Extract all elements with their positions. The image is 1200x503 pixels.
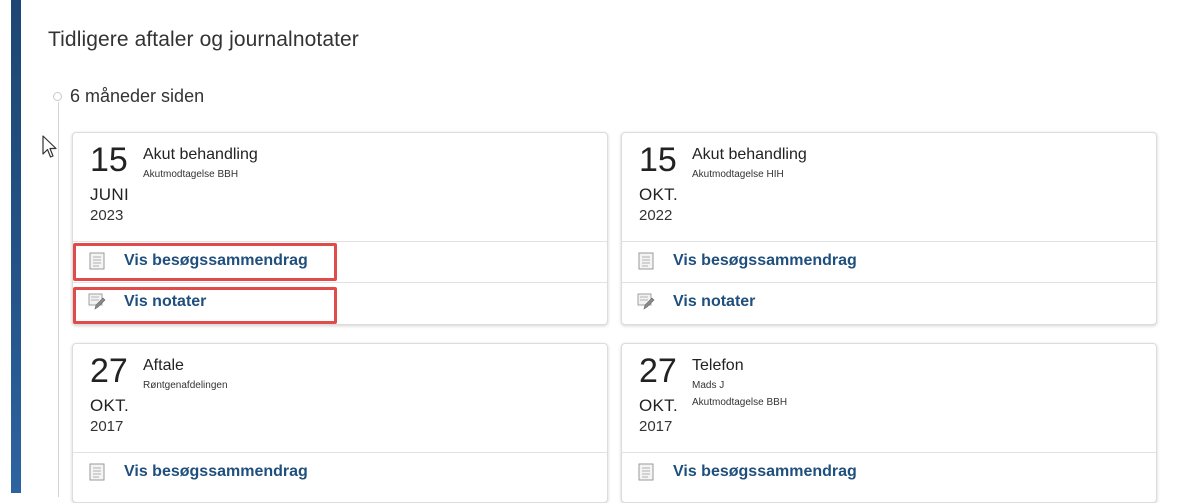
visit-card-header: 27 OKT. 2017 Telefon Mads J Akutmodtagel… bbox=[622, 344, 1156, 452]
visit-card-header: 27 OKT. 2017 Aftale Røntgenafdelingen bbox=[73, 344, 607, 452]
visit-card: 27 OKT. 2017 Telefon Mads J Akutmodtagel… bbox=[621, 343, 1157, 503]
visit-type: Akut behandling bbox=[692, 146, 807, 163]
visit-year: 2023 bbox=[90, 207, 124, 224]
view-summary-label: Vis besøgssammendrag bbox=[124, 463, 308, 480]
visit-contact: Mads J bbox=[692, 380, 725, 391]
timeline-line bbox=[58, 102, 59, 497]
visit-year: 2022 bbox=[639, 207, 673, 224]
visit-department: Akutmodtagelse BBH bbox=[143, 169, 239, 180]
view-summary-button[interactable]: Vis besøgssammendrag bbox=[73, 452, 607, 493]
visit-card: 27 OKT. 2017 Aftale Røntgenafdelingen Vi… bbox=[72, 343, 608, 503]
visit-year: 2017 bbox=[90, 418, 124, 435]
document-icon bbox=[89, 252, 105, 270]
timeline-dot bbox=[53, 92, 62, 101]
view-summary-button[interactable]: Vis besøgssammendrag bbox=[622, 241, 1156, 282]
side-accent-bar bbox=[11, 0, 21, 493]
visit-day: 27 bbox=[639, 352, 677, 390]
view-summary-label: Vis besøgssammendrag bbox=[673, 463, 857, 480]
view-notes-label: Vis notater bbox=[673, 293, 756, 310]
visit-department: Akutmodtagelse BBH bbox=[692, 397, 788, 408]
note-pencil-icon bbox=[637, 293, 655, 310]
visit-day: 15 bbox=[90, 141, 128, 179]
visit-day: 15 bbox=[639, 141, 677, 179]
visit-card-header: 15 OKT. 2022 Akut behandling Akutmodtage… bbox=[622, 133, 1156, 241]
visit-type: Akut behandling bbox=[143, 146, 258, 163]
view-summary-label: Vis besøgssammendrag bbox=[673, 252, 857, 269]
visit-card: 15 JUNI 2023 Akut behandling Akutmodtage… bbox=[72, 132, 608, 325]
document-icon bbox=[89, 463, 105, 481]
timeline-period-label: 6 måneder siden bbox=[70, 86, 205, 106]
visit-day: 27 bbox=[90, 352, 128, 390]
view-notes-label: Vis notater bbox=[124, 293, 207, 310]
view-summary-label: Vis besøgssammendrag bbox=[124, 252, 308, 269]
visit-department: Akutmodtagelse HIH bbox=[692, 169, 784, 180]
visit-month: OKT. bbox=[639, 396, 678, 415]
visit-month: JUNI bbox=[90, 185, 129, 204]
visit-card: 15 OKT. 2022 Akut behandling Akutmodtage… bbox=[621, 132, 1157, 325]
view-summary-button[interactable]: Vis besøgssammendrag bbox=[622, 452, 1156, 493]
view-notes-button[interactable]: Vis notater bbox=[622, 282, 1156, 323]
section-title: Tidligere aftaler og journalnotater bbox=[48, 28, 359, 51]
document-icon bbox=[638, 252, 654, 270]
visit-month: OKT. bbox=[90, 396, 129, 415]
visit-type: Aftale bbox=[143, 357, 184, 374]
note-pencil-icon bbox=[88, 293, 106, 310]
mouse-cursor-icon bbox=[42, 135, 57, 158]
visit-card-header: 15 JUNI 2023 Akut behandling Akutmodtage… bbox=[73, 133, 607, 241]
visit-department: Røntgenafdelingen bbox=[143, 380, 228, 391]
view-summary-button[interactable]: Vis besøgssammendrag bbox=[73, 241, 607, 282]
document-icon bbox=[638, 463, 654, 481]
visit-year: 2017 bbox=[639, 418, 673, 435]
view-notes-button[interactable]: Vis notater bbox=[73, 282, 607, 323]
visit-type: Telefon bbox=[692, 357, 744, 374]
visit-month: OKT. bbox=[639, 185, 678, 204]
